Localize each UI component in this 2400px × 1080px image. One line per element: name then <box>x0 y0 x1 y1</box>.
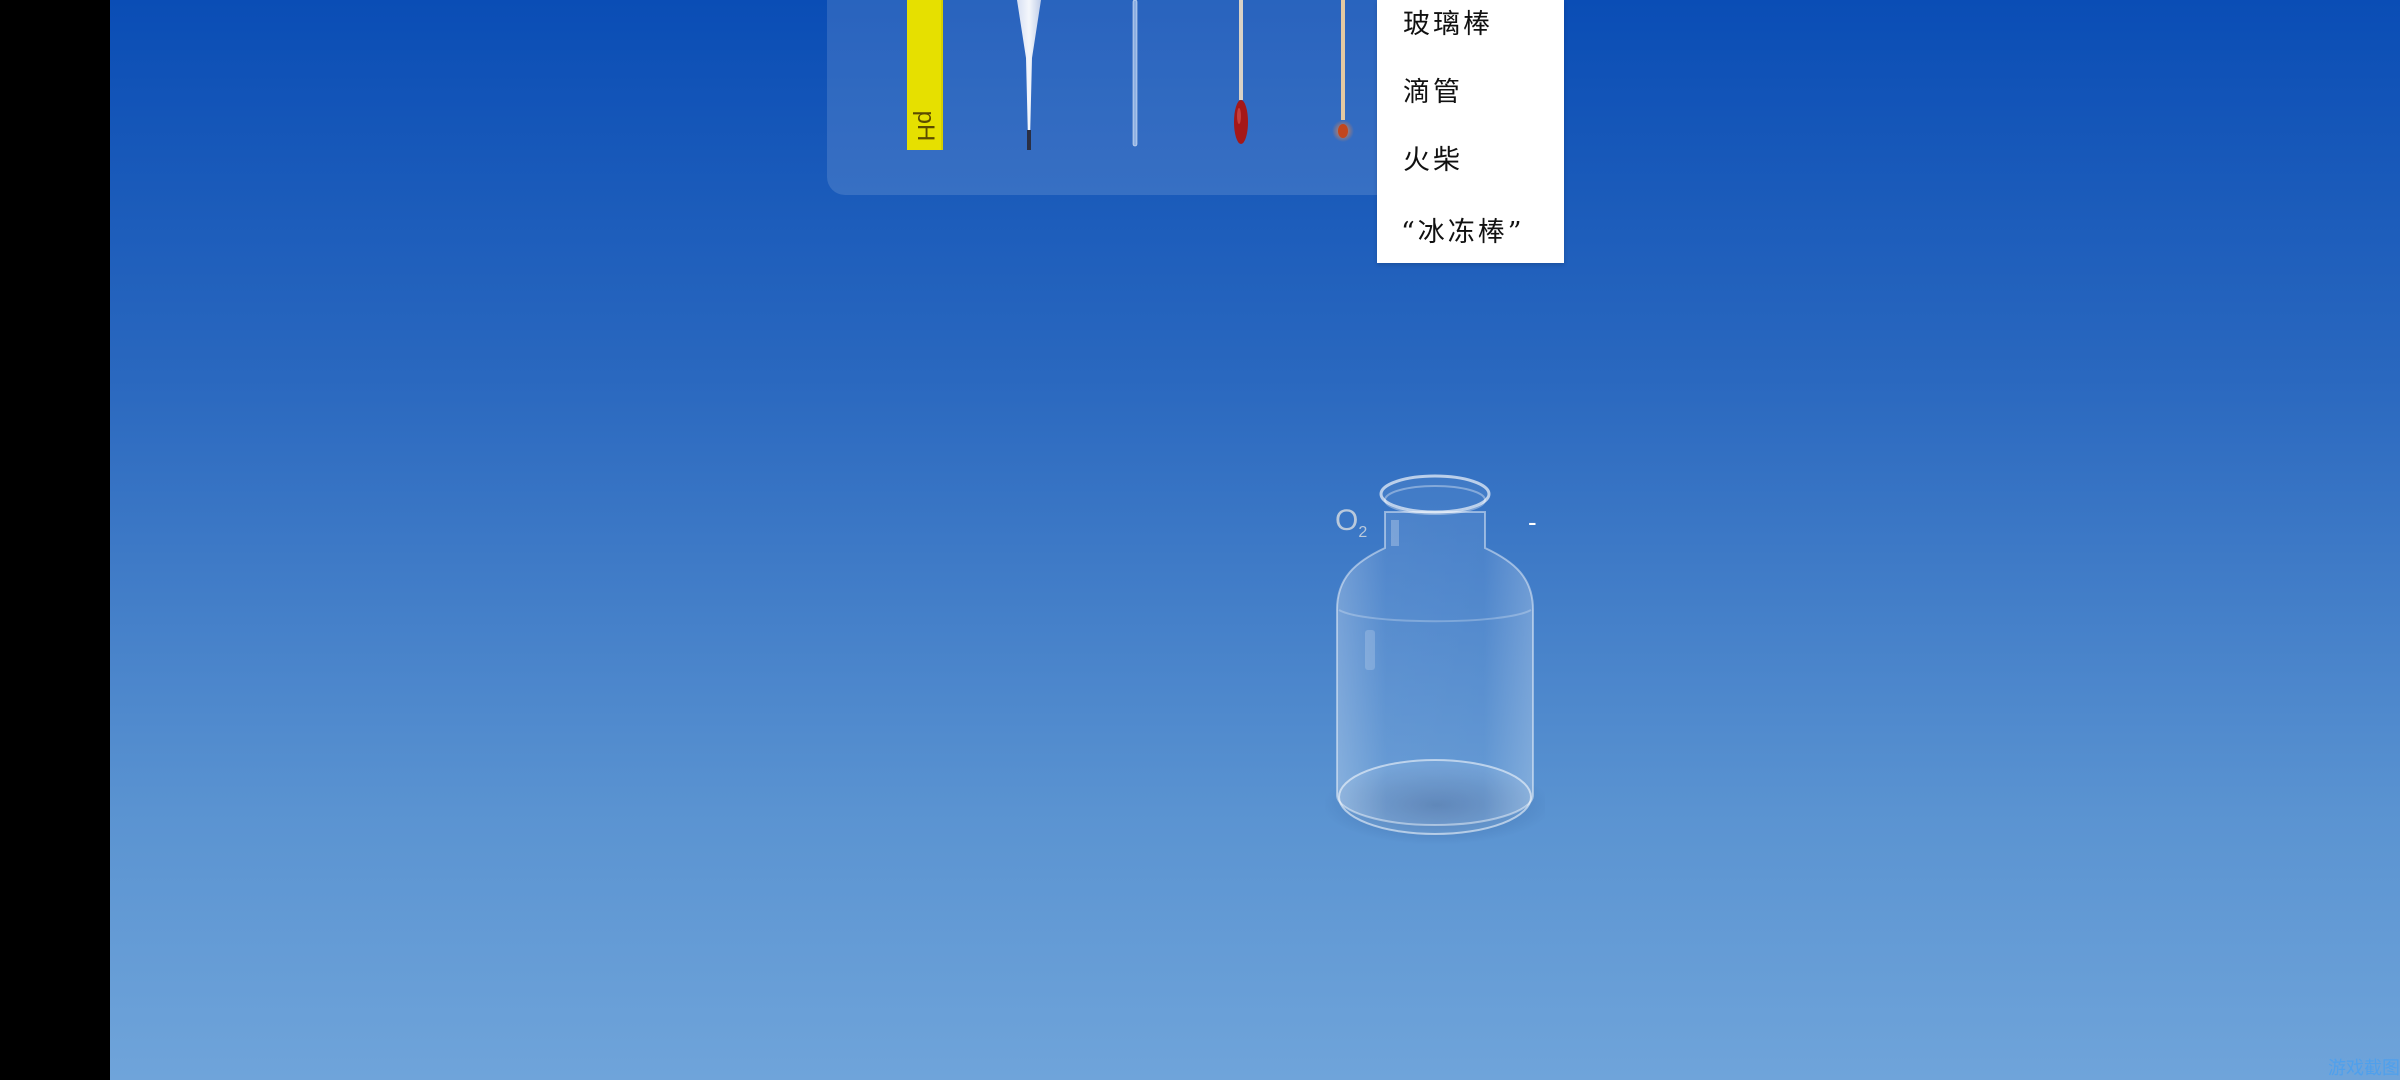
ph-strip-label: pH <box>912 110 939 142</box>
watermark: 游戏截图 <box>2328 1058 2400 1079</box>
menu-item-glass-rod[interactable]: 玻璃棒 <box>1403 2 1493 41</box>
app-screen: pH 玻璃棒 滴管 火柴 “冰冻棒” O2 - 游戏截图 <box>0 0 2400 1080</box>
gas-bottle[interactable] <box>1325 460 1545 860</box>
ph-test-strip[interactable]: pH <box>907 0 943 150</box>
tool-select-menu: 玻璃棒 滴管 火柴 “冰冻棒” <box>1377 0 1564 263</box>
cotton-swab-tool[interactable] <box>1230 0 1252 148</box>
dropper-tool[interactable] <box>1014 0 1044 152</box>
menu-item-match[interactable]: 火柴 <box>1403 138 1463 177</box>
match-tool[interactable] <box>1332 0 1354 145</box>
menu-item-dropper[interactable]: 滴管 <box>1403 70 1463 109</box>
menu-item-freeze-rod[interactable]: “冰冻棒” <box>1401 210 1525 249</box>
left-black-bar <box>0 0 110 1080</box>
glass-rod-tool[interactable] <box>1130 0 1140 148</box>
